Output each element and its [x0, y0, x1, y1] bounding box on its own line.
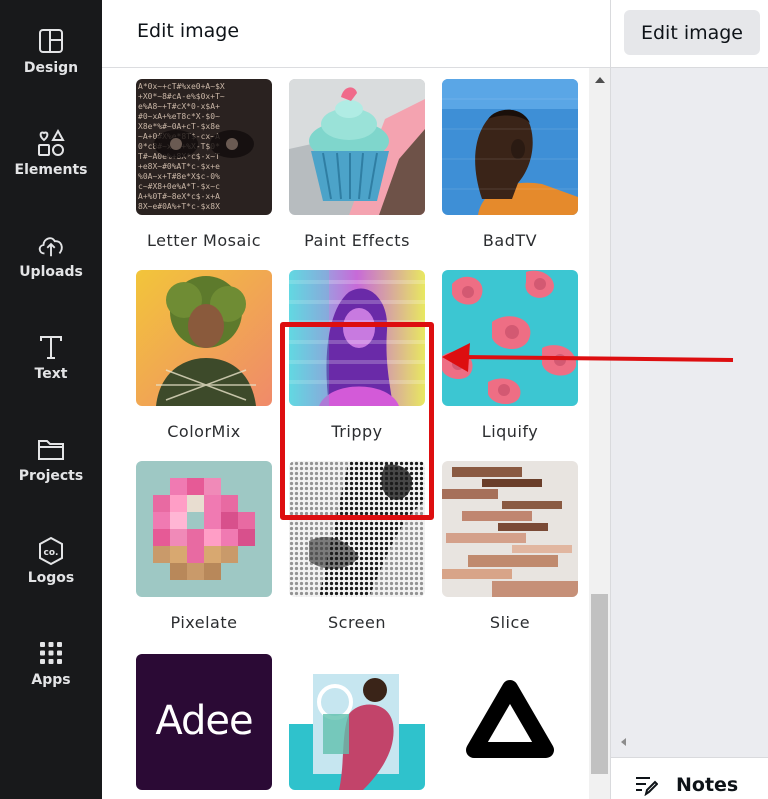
sidebar-item-text[interactable]: Text [0, 324, 102, 414]
sidebar-item-uploads[interactable]: Uploads [0, 222, 102, 312]
svg-text:+e8X~#0%AT*c-$x+e: +e8X~#0%AT*c-$x+e [138, 162, 220, 171]
effect-tile-paint-effects[interactable]: Paint Effects [289, 79, 425, 250]
effect-tile-liquify[interactable]: Liquify [442, 270, 578, 441]
panel-scrollbar[interactable] [589, 68, 610, 799]
svg-text:%0A~x+T#8e*X$c-0%: %0A~x+T#8e*X$c-0% [138, 172, 220, 181]
notes-bar[interactable]: Notes [611, 757, 768, 799]
sidebar-item-elements[interactable]: Elements [0, 120, 102, 210]
elements-icon [36, 128, 66, 158]
effect-label: Trippy [331, 422, 383, 441]
trippy-thumbnail [289, 270, 425, 406]
text-icon [36, 332, 66, 362]
liquify-thumbnail [442, 270, 578, 406]
scroll-up-arrow-icon[interactable] [595, 77, 605, 83]
paint-effects-thumbnail [289, 79, 425, 215]
sidebar-item-label: Elements [14, 162, 88, 178]
svg-text:8X~e#0A%+T*c-$x8X: 8X~e#0A%+T*c-$x8X [138, 202, 220, 211]
svg-text:e%A8~+T#cX*0-x$A+: e%A8~+T#cX*0-x$A+ [138, 102, 220, 111]
logo-badge-icon: co. [36, 536, 66, 566]
sidebar-item-label: Design [23, 60, 79, 76]
apps-grid-icon [36, 638, 66, 668]
effect-label: Pixelate [170, 613, 238, 632]
scrollbar-thumb[interactable] [591, 594, 608, 774]
effect-tile-adee[interactable]: Adee [136, 654, 272, 790]
scroll-left-arrow-icon[interactable] [621, 738, 626, 746]
pixelate-thumbnail [136, 461, 272, 597]
effect-tile-triangle-app[interactable] [442, 654, 578, 790]
svg-text:co.: co. [44, 548, 59, 558]
svg-text:A+%0T#~8eX*c$-x+A: A+%0T#~8eX*c$-x+A [138, 192, 220, 201]
sidebar-item-label: Uploads [19, 264, 83, 280]
notes-icon [634, 774, 659, 797]
effect-tile-screen[interactable]: Screen [289, 461, 425, 632]
sidebar-item-label: Logos [27, 570, 75, 586]
edit-image-button[interactable]: Edit image [624, 10, 760, 55]
svg-text:+X0*~8#cA-e%$0x+T~: +X0*~8#cA-e%$0x+T~ [138, 92, 225, 101]
effect-tile-portrait-app[interactable] [289, 654, 425, 790]
effect-tile-slice[interactable]: Slice [442, 461, 578, 632]
sidebar-item-design[interactable]: Design [0, 18, 102, 108]
panel-header: Edit image [102, 0, 610, 68]
portrait-app-thumbnail [289, 654, 425, 790]
sidebar-item-label: Text [34, 366, 68, 382]
triangle-app-thumbnail [442, 654, 578, 790]
effect-tile-badtv[interactable]: BadTV [442, 79, 578, 250]
canvas-area: Edit image Notes [610, 0, 768, 799]
effect-label: Slice [489, 613, 531, 632]
effect-tile-trippy[interactable]: Trippy [289, 270, 425, 441]
effect-label: Letter Mosaic [146, 231, 261, 250]
sidebar-item-projects[interactable]: Projects [0, 426, 102, 516]
effects-grid[interactable]: A*0x~+cT#%xe0+A~$X +X0*~8#cA-e%$0x+T~ e%A… [102, 68, 610, 799]
sidebar-item-logos[interactable]: co. Logos [0, 528, 102, 618]
app-window: Design Elements Uploads Text Projects co… [0, 0, 768, 799]
badtv-thumbnail [442, 79, 578, 215]
sidebar-item-apps[interactable]: Apps [0, 630, 102, 720]
edit-image-panel: Edit image A*0x~+cT#%xe0+A~$X +X0*~8#cA-e… [102, 0, 610, 799]
effect-label: Screen [327, 613, 386, 632]
folder-icon [36, 434, 66, 464]
notes-label: Notes [676, 774, 739, 796]
effect-tile-letter-mosaic[interactable]: A*0x~+cT#%xe0+A~$X +X0*~8#cA-e%$0x+T~ e%A… [136, 79, 272, 250]
effect-label: ColorMix [167, 422, 241, 441]
effect-label: Liquify [481, 422, 539, 441]
effect-label: BadTV [482, 231, 538, 250]
adee-logo-text: Adee [155, 698, 253, 744]
letter-mosaic-thumbnail: A*0x~+cT#%xe0+A~$X +X0*~8#cA-e%$0x+T~ e%A… [136, 79, 272, 215]
panel-title: Edit image [137, 20, 240, 42]
screen-thumbnail [289, 461, 425, 597]
sidebar-item-label: Projects [18, 468, 84, 484]
slice-thumbnail [442, 461, 578, 597]
effect-label: Paint Effects [304, 231, 410, 250]
svg-text:A*0x~+cT#%xe0+A~$X: A*0x~+cT#%xe0+A~$X [138, 82, 225, 91]
colormix-thumbnail [136, 270, 272, 406]
effect-tile-pixelate[interactable]: Pixelate [136, 461, 272, 632]
design-icon [36, 26, 66, 56]
adee-logo-thumbnail: Adee [136, 654, 272, 790]
svg-text:c~#X8+0e%A*T-$x~c: c~#X8+0e%A*T-$x~c [138, 182, 220, 191]
svg-text:X8e*%#~0A+cT-$x8e: X8e*%#~0A+cT-$x8e [138, 122, 220, 131]
upload-cloud-icon [36, 230, 66, 260]
sidebar-item-label: Apps [31, 672, 71, 688]
top-toolbar: Edit image [611, 0, 768, 68]
sidebar: Design Elements Uploads Text Projects co… [0, 0, 102, 799]
effect-tile-colormix[interactable]: ColorMix [136, 270, 272, 441]
svg-text:#0~xA+%eT8c*X-$0~: #0~xA+%eT8c*X-$0~ [138, 112, 220, 121]
